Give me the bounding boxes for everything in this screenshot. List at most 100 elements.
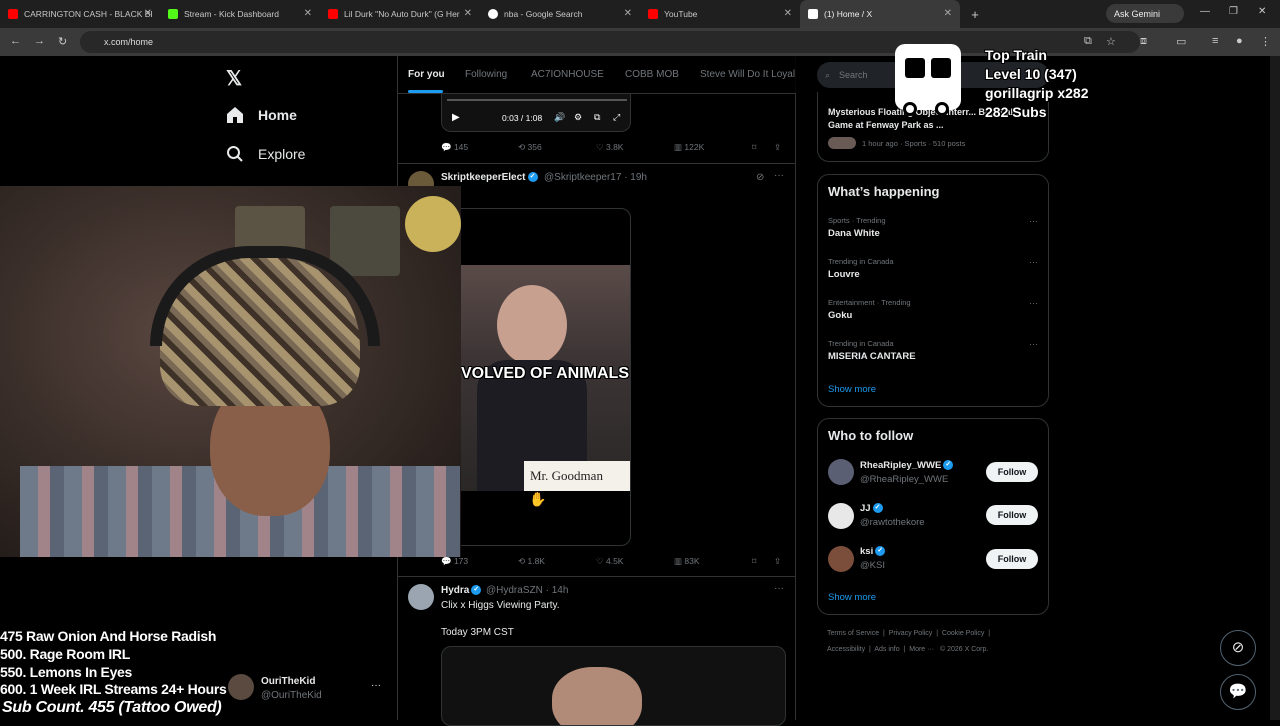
more-options-icon[interactable]: ··· [774,170,784,181]
video-player[interactable]: ▶ 0:03 / 1:08 🔊 ⚙ ⧉ ⤢ [441,94,631,132]
bookmark-star-icon[interactable]: ☆ [1106,35,1116,48]
page-scrollbar[interactable] [1270,56,1280,720]
avatar[interactable] [408,584,434,610]
post-author-name[interactable]: SkriptkeeperElect ✓ [441,172,538,183]
more-options-icon[interactable]: ··· [1029,298,1038,308]
nameplate: Mr. Goodman [524,461,630,491]
post-handle[interactable]: @HydraSZN · 14h [486,585,568,596]
follow-button[interactable]: Follow [986,462,1038,482]
more-options-icon[interactable]: ··· [1029,339,1038,349]
close-icon[interactable]: ✕ [464,8,472,19]
nav-home[interactable]: Home [226,106,297,124]
search-placeholder: Search [839,70,868,80]
ask-gemini-button[interactable]: Ask Gemini [1106,4,1184,23]
tab-steve-will-do-it[interactable]: Steve Will Do It Loyal [700,69,795,80]
reply-button[interactable]: 💬 145 [441,142,468,153]
new-tab-button[interactable]: + [964,7,986,22]
tab-cobb-mob[interactable]: COBB MOB [625,69,679,80]
forward-icon[interactable]: → [34,35,45,47]
post-image[interactable] [441,646,786,726]
tab-for-you[interactable]: For you [408,69,445,80]
more-options-icon[interactable]: ··· [774,583,784,594]
profile-avatar[interactable]: ● [1236,35,1243,47]
post-handle[interactable]: @Skriptkeeper17 · 19h [544,172,647,183]
share-icon[interactable]: ⇪ [774,556,781,567]
browser-tab-google[interactable]: nba - Google Search ✕ [480,0,640,28]
browser-tab-x-home[interactable]: (1) Home / X ✕ [800,0,960,28]
avatar[interactable] [828,503,854,529]
close-icon[interactable]: ✕ [784,8,792,19]
tab-following[interactable]: Following [465,69,507,80]
footer-links: Accessibility | Ads info | More ··· © 20… [827,646,989,653]
more-options-icon[interactable]: ··· [1029,216,1038,226]
volume-icon[interactable]: 🔊 [554,112,565,123]
post-author-name[interactable]: Hydra ✓ [441,585,482,596]
reading-list-icon[interactable]: ≡ [1212,35,1218,47]
follow-name[interactable]: JJ ✓ [860,503,883,514]
views-button[interactable]: ▥ 122K [674,142,704,153]
share-icon[interactable]: ⇪ [774,142,781,153]
view-count: 83K [684,556,700,566]
play-icon[interactable]: ▶ [452,112,460,123]
close-icon[interactable]: ✕ [144,8,152,19]
grok-icon[interactable]: ⊘ [756,172,764,183]
browser-tab-lil-durk[interactable]: Lil Durk "No Auto Durk" (G Her ✕ [320,0,480,28]
accessibility-link[interactable]: Accessibility [827,646,865,653]
like-button[interactable]: ♡ 3.8K [596,142,623,153]
cookie-link[interactable]: Cookie Policy [942,630,984,637]
browser-tab-youtube[interactable]: YouTube ✕ [640,0,800,28]
views-button[interactable]: ▥ 83K [674,556,700,567]
sub-count: Sub Count. 455 (Tattoo Owed) [2,699,222,716]
follow-button[interactable]: Follow [986,549,1038,569]
ads-info-link[interactable]: Ads info [874,646,899,653]
more-link[interactable]: More ··· [909,646,934,653]
restore-icon[interactable]: ❐ [1229,6,1238,17]
like-count: 4.5K [605,556,624,566]
minimize-icon[interactable]: — [1200,6,1210,17]
avatar[interactable] [828,459,854,485]
tab-ac7ionhouse[interactable]: AC7IONHOUSE [531,69,604,80]
x-logo[interactable]: 𝕏 [226,66,242,91]
settings-icon[interactable]: ⚙ [574,112,582,123]
split-view-icon[interactable]: ▭ [1176,35,1186,48]
back-icon[interactable]: ← [10,35,21,47]
follow-name[interactable]: ksi ✓ [860,546,886,557]
fullscreen-icon[interactable]: ⤢ [613,112,620,123]
trend-name: Goku [828,310,853,321]
like-button[interactable]: ♡ 4.5K [596,556,623,567]
repost-button[interactable]: ⟲ 356 [518,142,542,153]
extensions-icon[interactable]: ⧈ [1140,35,1147,48]
bookmark-icon[interactable]: ⌑ [752,556,756,567]
menu-icon[interactable]: ⋮ [1260,35,1271,48]
close-icon[interactable]: ✕ [304,8,312,19]
browser-tab-carrington[interactable]: CARRINGTON CASH - BLACK BI ✕ [0,0,160,28]
show-more-link[interactable]: Show more [828,592,876,603]
post-actions: 💬 145 ⟲ 356 ♡ 3.8K ▥ 122K ⌑ ⇪ [441,142,786,156]
reload-icon[interactable]: ↻ [58,35,67,48]
more-options-icon[interactable]: ··· [1029,257,1038,267]
messages-button[interactable]: 💬 [1220,674,1256,710]
avatar[interactable] [828,546,854,572]
video-progress-bar[interactable] [447,99,627,101]
reply-button[interactable]: 💬 173 [441,556,468,567]
repost-button[interactable]: ⟲ 1.8K [518,556,545,567]
follow-button[interactable]: Follow [986,505,1038,525]
search-icon: ⌕ [825,70,831,80]
train-level: Level 10 (347) [985,66,1077,82]
follow-name[interactable]: RheaRipley_WWE ✓ [860,460,954,471]
follow-name-text: ksi [860,546,874,557]
bookmark-icon[interactable]: ⌑ [752,142,756,153]
terms-link[interactable]: Terms of Service [827,630,879,637]
close-icon[interactable]: ✕ [624,8,632,19]
url-input[interactable]: x.com/home [80,31,1140,53]
more-options-icon[interactable]: ··· [371,680,381,691]
privacy-link[interactable]: Privacy Policy [889,630,933,637]
pip-icon[interactable]: ⧉ [594,112,600,123]
close-icon[interactable]: ✕ [944,8,952,19]
nav-explore[interactable]: Explore [226,145,305,163]
show-more-link[interactable]: Show more [828,384,876,395]
close-window-icon[interactable]: ✕ [1258,6,1266,17]
browser-tab-kick[interactable]: Stream - Kick Dashboard ✕ [160,0,320,28]
post-video[interactable]: INVOLVED OF ANIMALS Mr. Goodman ✋ [441,208,631,546]
grok-button[interactable]: ⊘ [1220,630,1256,666]
